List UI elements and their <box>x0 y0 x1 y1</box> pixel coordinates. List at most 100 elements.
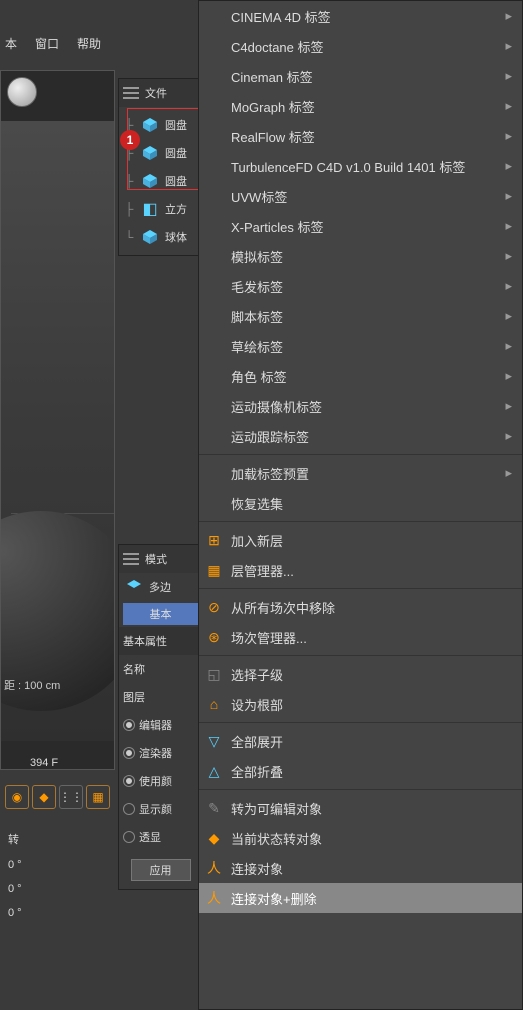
render-label: 渲染器 <box>139 745 172 761</box>
use-row: 使用颜 <box>119 767 202 795</box>
menu-item[interactable]: △全部折叠 <box>199 756 522 786</box>
menu-item[interactable]: 运动跟踪标签 <box>199 421 522 451</box>
menu-item[interactable]: ⊘从所有场次中移除 <box>199 592 522 622</box>
menu-window[interactable]: 窗口 <box>35 35 59 52</box>
menu-separator <box>199 789 522 790</box>
object-item[interactable]: ├ ◧ 立方 <box>121 195 200 223</box>
menu-item[interactable]: 加载标签预置 <box>199 458 522 488</box>
set-root-icon: ⌂ <box>203 693 225 715</box>
radio-icon[interactable] <box>123 803 135 815</box>
3d-view[interactable]: 距 : 100 cm <box>1 121 114 741</box>
menu-item[interactable]: ▽ 全部展开 <box>199 726 522 756</box>
menu-label: 毛发标签 <box>231 277 283 296</box>
viewport[interactable]: 距 : 100 cm <box>0 70 115 770</box>
tree-line: ├ <box>123 174 135 188</box>
poly-label: 多边 <box>149 579 171 595</box>
menu-item[interactable]: ⊞加入新层 <box>199 525 522 555</box>
menu-item[interactable]: MoGraph 标签 <box>199 91 522 121</box>
expand-all-icon: ▽ <box>203 730 225 752</box>
menu-item[interactable]: X-Particles 标签 <box>199 211 522 241</box>
annotation-badge-1: 1 <box>120 130 140 150</box>
poly-icon <box>123 576 145 598</box>
radio-icon[interactable] <box>123 775 135 787</box>
attr-header[interactable]: 模式 <box>119 545 202 573</box>
frame-display[interactable]: 394 F <box>30 757 58 769</box>
bottom-toolbar: ◉ ◆ ⋮⋮ ▦ <box>0 780 115 820</box>
menu-item[interactable]: CINEMA 4D 标签 <box>199 1 522 31</box>
basic-tab[interactable]: 基本 <box>123 603 198 625</box>
rot-y[interactable]: 0 ° <box>8 883 22 895</box>
menu-item[interactable]: ◱ 选择子级 <box>199 659 522 689</box>
menu-label: 模拟标签 <box>231 247 283 266</box>
rot-z[interactable]: 0 ° <box>8 907 22 919</box>
menu-label: 全部展开 <box>231 732 283 751</box>
object-item[interactable]: └ 球体 <box>121 223 200 251</box>
editor-row: 编辑器 <box>119 711 202 739</box>
menu-item[interactable]: ▦ 层管理器... <box>199 555 522 585</box>
menu-separator <box>199 521 522 522</box>
menu-item[interactable]: Cineman 标签 <box>199 61 522 91</box>
obj-label: 圆盘 <box>165 173 187 189</box>
menu-label: 当前状态转对象 <box>231 829 322 848</box>
radio-icon[interactable] <box>123 747 135 759</box>
menu-label: 层管理器... <box>231 561 294 580</box>
radio-icon[interactable] <box>123 719 135 731</box>
menu-separator <box>199 722 522 723</box>
menu-label: 转为可编辑对象 <box>231 799 322 818</box>
select-child-icon: ◱ <box>203 663 225 685</box>
menu-item[interactable]: RealFlow 标签 <box>199 121 522 151</box>
menu-item[interactable]: ⊛场次管理器... <box>199 622 522 652</box>
sphere-preview-icon <box>7 77 37 107</box>
menu-item[interactable]: UVW标签 <box>199 181 522 211</box>
keyframe-icon[interactable]: ◆ <box>32 785 56 809</box>
rot-x[interactable]: 0 ° <box>8 859 22 871</box>
tree-line: └ <box>123 230 135 244</box>
apply-button[interactable]: 应用 <box>131 859 191 881</box>
cylinder-icon <box>139 170 161 192</box>
scene-mgr-icon: ⊛ <box>203 626 225 648</box>
mode-menu[interactable]: 模式 <box>145 551 167 567</box>
menu-item[interactable]: 运动摄像机标签 <box>199 391 522 421</box>
obj-label: 立方 <box>165 201 187 217</box>
object-item[interactable]: ├ 圆盘 <box>121 167 200 195</box>
menu-item[interactable]: 毛发标签 <box>199 271 522 301</box>
menu-item[interactable]: C4doctane 标签 <box>199 31 522 61</box>
connect-del-icon: 人 <box>203 887 225 909</box>
state-obj-icon: ◆ <box>203 827 225 849</box>
cylinder-icon <box>139 114 161 136</box>
use-label: 使用颜 <box>139 773 172 789</box>
film-icon[interactable]: ▦ <box>86 785 110 809</box>
menu-label: 角色 标签 <box>231 367 287 386</box>
menu-item[interactable]: 脚本标签 <box>199 301 522 331</box>
menu-label: 运动跟踪标签 <box>231 427 309 446</box>
obj-panel-header[interactable]: 文件 <box>119 79 202 107</box>
obj-label: 圆盘 <box>165 145 187 161</box>
menu-separator <box>199 655 522 656</box>
layer-mgr-icon: ▦ <box>203 559 225 581</box>
grid-icon[interactable]: ⋮⋮ <box>59 785 83 809</box>
menu-help[interactable]: 帮助 <box>77 35 101 52</box>
remove-scene-icon: ⊘ <box>203 596 225 618</box>
menu-item[interactable]: ✎转为可编辑对象 <box>199 793 522 823</box>
menubar: 本 窗口 帮助 <box>0 0 101 60</box>
record-icon[interactable]: ◉ <box>5 785 29 809</box>
menu-label: 连接对象+删除 <box>231 889 317 908</box>
menu-item[interactable]: 人连接对象+删除 <box>199 883 522 913</box>
menu-script[interactable]: 本 <box>5 35 17 52</box>
radio-icon[interactable] <box>123 831 135 843</box>
menu-item[interactable]: TurbulenceFD C4D v1.0 Build 1401 标签 <box>199 151 522 181</box>
file-menu[interactable]: 文件 <box>145 85 167 101</box>
menu-label: 全部折叠 <box>231 762 283 781</box>
menu-label: TurbulenceFD C4D v1.0 Build 1401 标签 <box>231 157 465 176</box>
hamburger-icon[interactable] <box>123 553 139 565</box>
menu-item[interactable]: ◆ 当前状态转对象 <box>199 823 522 853</box>
menu-label: 选择子级 <box>231 665 283 684</box>
menu-item[interactable]: 恢复选集 <box>199 488 522 518</box>
menu-item[interactable]: 角色 标签 <box>199 361 522 391</box>
name-label: 名称 <box>123 661 145 677</box>
menu-item[interactable]: ⌂设为根部 <box>199 689 522 719</box>
menu-item[interactable]: 模拟标签 <box>199 241 522 271</box>
menu-item[interactable]: 人连接对象 <box>199 853 522 883</box>
menu-item[interactable]: 草绘标签 <box>199 331 522 361</box>
hamburger-icon[interactable] <box>123 87 139 99</box>
